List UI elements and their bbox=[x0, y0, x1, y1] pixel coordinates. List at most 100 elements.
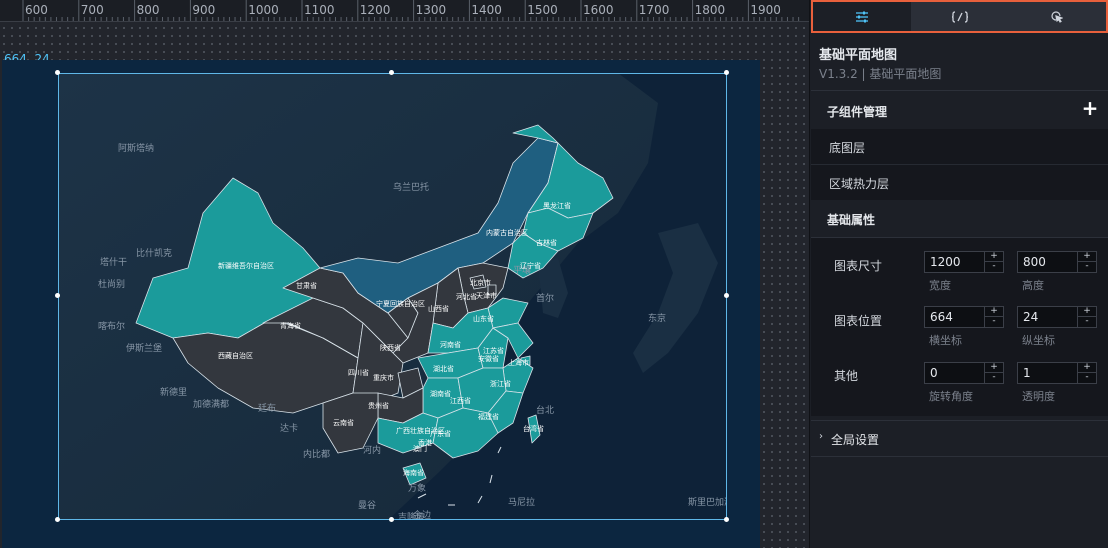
step-down-button[interactable]: - bbox=[1078, 317, 1096, 327]
opacity-input[interactable]: 1 + - bbox=[1017, 362, 1097, 384]
resize-handle-t[interactable] bbox=[389, 70, 394, 75]
neighbor-label: 喀布尔 bbox=[98, 320, 125, 332]
neighbor-label: 塔什干 bbox=[100, 256, 127, 268]
properties-panel: 基础平面地图 V1.3.2 | 基础平面地图 子组件管理 + 底图层 区域热力层… bbox=[811, 0, 1108, 548]
province-label: 青海省 bbox=[280, 321, 301, 330]
add-subcomponent-button[interactable]: + bbox=[1080, 98, 1100, 118]
width-caption: 宽度 bbox=[929, 279, 951, 292]
rotation-value: 0 bbox=[930, 366, 938, 380]
province-label: 西藏自治区 bbox=[218, 351, 253, 360]
rotation-stepper: + - bbox=[984, 363, 1003, 383]
y-stepper: + - bbox=[1077, 307, 1096, 327]
opacity-caption: 透明度 bbox=[1022, 390, 1055, 403]
horizontal-ruler: 600 700 800 900 1000 1100 1200 1300 1400 1500 1600… bbox=[0, 0, 809, 22]
province-label: 湖南省 bbox=[430, 389, 451, 398]
height-input[interactable]: 800 + - bbox=[1017, 251, 1097, 273]
neighbor-label: 内比都 bbox=[303, 448, 330, 460]
width-input[interactable]: 1200 + - bbox=[924, 251, 1004, 273]
resize-handle-r[interactable] bbox=[724, 293, 729, 298]
layer-item-label: 底图层 bbox=[829, 141, 866, 155]
province-label: 台湾省 bbox=[523, 424, 544, 433]
neighbor-label: 万象 bbox=[408, 482, 426, 494]
step-down-button[interactable]: - bbox=[985, 317, 1003, 327]
province-label: 上海市 bbox=[508, 358, 529, 367]
resize-handle-tl[interactable] bbox=[55, 70, 60, 75]
basic-props-body: 图表尺寸 1200 + - 800 + - 宽度 高度 图表位置 664 + - bbox=[811, 238, 1108, 416]
resize-handle-l[interactable] bbox=[55, 293, 60, 298]
province-label: 广东省 bbox=[430, 429, 451, 438]
china-map[interactable]: 阿斯塔纳乌兰巴托比什凯克塔什干杜尚别喀布尔伊斯兰堡新德里加德满都 廷布达卡内比都 河… bbox=[58, 73, 727, 520]
y-input[interactable]: 24 + - bbox=[1017, 306, 1097, 328]
province-label: 重庆市 bbox=[373, 373, 394, 382]
province-label: 辽宁省 bbox=[520, 261, 541, 270]
province-label: 山东省 bbox=[473, 314, 494, 323]
neighbor-label: 阿斯塔纳 bbox=[118, 142, 154, 154]
neighbor-label: 东京 bbox=[648, 312, 666, 324]
editor-canvas[interactable]: 600 700 800 900 1000 1100 1200 1300 1400 1500 1600… bbox=[0, 0, 810, 548]
province-label: 浙江省 bbox=[490, 379, 511, 388]
resize-handle-tr[interactable] bbox=[724, 70, 729, 75]
position-label: 图表位置 bbox=[834, 314, 883, 328]
province-label: 云南省 bbox=[333, 418, 354, 427]
province-label: 四川省 bbox=[348, 368, 369, 377]
ruler-tick-label: 1200 bbox=[359, 3, 391, 17]
province-label: 宁夏回族自治区 bbox=[376, 299, 425, 308]
province-label: 江西省 bbox=[450, 396, 471, 405]
chevron-right-icon: › bbox=[819, 431, 823, 442]
global-settings-header[interactable]: › 全局设置 bbox=[811, 420, 1108, 457]
step-down-button[interactable]: - bbox=[985, 262, 1003, 272]
ruler-ticks bbox=[22, 0, 800, 21]
neighbor-label: 杜尚别 bbox=[98, 278, 125, 290]
layer-item-heat[interactable]: 区域热力层 bbox=[811, 165, 1108, 200]
province-label: 北京市 bbox=[470, 278, 491, 287]
sliders-icon bbox=[855, 11, 868, 22]
tab-config[interactable] bbox=[813, 2, 911, 31]
basic-props-label: 基础属性 bbox=[827, 213, 876, 227]
y-value: 24 bbox=[1023, 310, 1039, 324]
step-down-button[interactable]: - bbox=[985, 373, 1003, 383]
resize-handle-b[interactable] bbox=[389, 517, 394, 522]
x-input[interactable]: 664 + - bbox=[924, 306, 1004, 328]
step-down-button[interactable]: - bbox=[1078, 373, 1096, 383]
height-stepper: + - bbox=[1077, 252, 1096, 272]
ruler-tick-label: 600 bbox=[25, 3, 48, 17]
province-label: 天津市 bbox=[476, 291, 497, 300]
ruler-tick-label: 1600 bbox=[583, 3, 614, 17]
layer-item-label: 区域热力层 bbox=[829, 177, 890, 191]
resize-handle-bl[interactable] bbox=[55, 517, 60, 522]
step-down-button[interactable]: - bbox=[1078, 262, 1096, 272]
divider bbox=[811, 90, 1108, 91]
ruler-tick-label: 700 bbox=[80, 3, 104, 17]
ruler-tick-label: 800 bbox=[136, 3, 160, 17]
neighbor-label: 比什凯克 bbox=[136, 247, 172, 259]
province-label: 安徽省 bbox=[478, 354, 499, 363]
neighbor-label: 乌兰巴托 bbox=[393, 181, 429, 193]
tab-data[interactable] bbox=[911, 2, 1009, 31]
tab-interaction[interactable] bbox=[1008, 2, 1106, 31]
province-label: 河南省 bbox=[440, 340, 461, 349]
province-label: 山西省 bbox=[428, 304, 449, 313]
y-caption: 纵坐标 bbox=[1022, 334, 1055, 347]
x-caption: 横坐标 bbox=[929, 334, 962, 347]
neighbor-label: 台北 bbox=[536, 404, 554, 416]
height-value: 800 bbox=[1023, 255, 1046, 269]
basic-props-header[interactable]: 基础属性 bbox=[811, 200, 1108, 237]
neighbor-label: 斯里巴加湾市 bbox=[688, 496, 727, 508]
size-label: 图表尺寸 bbox=[834, 259, 883, 273]
width-value: 1200 bbox=[930, 255, 961, 269]
ruler-tick-label: 1700 bbox=[638, 3, 670, 17]
x-value: 664 bbox=[930, 310, 953, 324]
layer-item-base[interactable]: 底图层 bbox=[811, 129, 1108, 164]
province-label: 陕西省 bbox=[380, 343, 401, 352]
neighbor-label: 新德里 bbox=[160, 386, 187, 398]
opacity-value: 1 bbox=[1023, 366, 1031, 380]
province-label: 湖北省 bbox=[433, 364, 454, 373]
ruler-tick-label: 1900 bbox=[750, 3, 781, 17]
ruler-tick-label: 1300 bbox=[415, 3, 447, 17]
ruler-tick-label: 900 bbox=[192, 3, 216, 17]
ruler-tick-label: 1100 bbox=[304, 3, 335, 17]
province-label: 内蒙古自治区 bbox=[486, 228, 528, 237]
rotation-input[interactable]: 0 + - bbox=[924, 362, 1004, 384]
neighbor-label: 首尔 bbox=[536, 292, 554, 304]
resize-handle-br[interactable] bbox=[724, 517, 729, 522]
